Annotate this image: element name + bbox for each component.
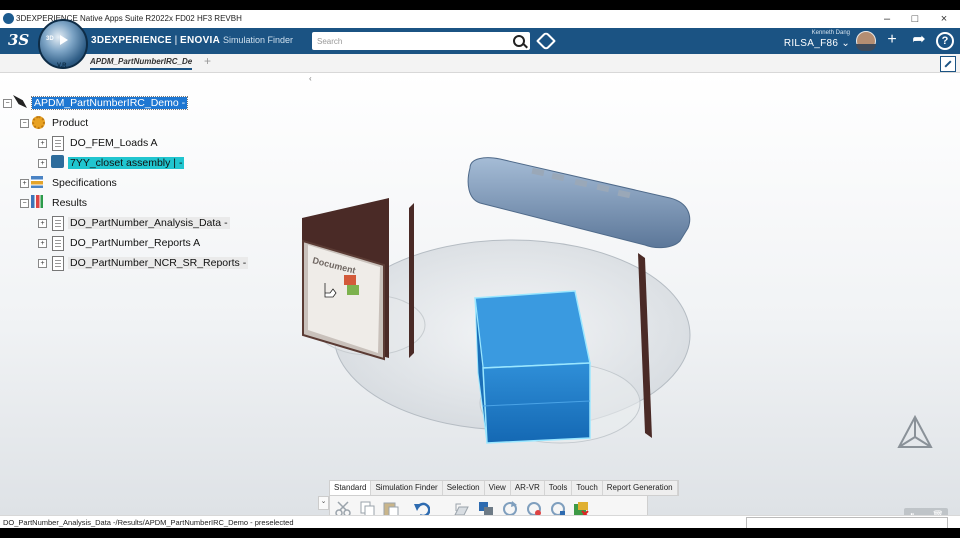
search-box xyxy=(312,32,530,50)
document-icon xyxy=(52,256,64,271)
user-menu[interactable]: Kenneth Dang RILSA_F86 ⌄ xyxy=(780,30,850,49)
tab-touch[interactable]: Touch xyxy=(572,481,603,495)
tab-apdm[interactable]: APDM_PartNumberIRC_De xyxy=(90,57,193,70)
tab-tools[interactable]: Tools xyxy=(545,481,573,495)
app-icon xyxy=(3,13,14,24)
tree-node-analysis-data[interactable]: DO_PartNumber_Analysis_Data - xyxy=(68,215,230,231)
maximize-button[interactable]: □ xyxy=(901,11,929,27)
chevron-down-icon: ⌄ xyxy=(841,38,850,49)
blue-cube xyxy=(474,290,591,444)
tree-toggle-specifications[interactable]: + xyxy=(20,179,29,188)
tab-bar: APDM_PartNumberIRC_De + xyxy=(0,54,960,73)
share-icon[interactable]: ➦ xyxy=(909,30,929,50)
expand-icon[interactable] xyxy=(940,56,956,72)
app-brand: 3DEXPERIENCE | ENOVIA Simulation Finder xyxy=(91,35,293,46)
tree-toggle-closet-assembly[interactable]: + xyxy=(38,159,47,168)
document-icon xyxy=(52,136,64,151)
close-button[interactable]: × xyxy=(930,11,958,27)
tree-node-label: Product xyxy=(52,117,89,129)
tree-node-fem-loads[interactable]: DO_FEM_Loads A xyxy=(68,135,160,151)
avatar[interactable] xyxy=(856,31,876,51)
specification-tree: ‹ − APDM_PartNumberIRC_Demo - − Product … xyxy=(0,73,320,273)
specifications-icon xyxy=(31,176,43,188)
compass-version: V.R xyxy=(57,63,67,69)
tree-node-ncr-reports[interactable]: DO_PartNumber_NCR_SR_Reports - xyxy=(68,255,249,271)
assembly-icon xyxy=(51,155,64,168)
document-chart-2 xyxy=(347,285,359,295)
application-window: 3DEXPERIENCE Native Apps Suite R2022x FD… xyxy=(0,10,960,528)
tab-report-generation[interactable]: Report Generation xyxy=(603,481,678,495)
root-icon xyxy=(13,95,27,108)
search-icon[interactable] xyxy=(513,35,525,47)
collapse-tree-icon[interactable]: ‹ xyxy=(309,74,312,83)
play-icon[interactable] xyxy=(60,35,68,45)
add-tab-icon[interactable]: + xyxy=(204,54,211,68)
minimize-button[interactable]: – xyxy=(873,11,901,27)
results-icon xyxy=(31,195,43,208)
status-text: DO_PartNumber_Analysis_Data -/Results/AP… xyxy=(3,518,294,527)
tree-node-label: Results xyxy=(52,197,88,209)
tree-node-reports[interactable]: DO_PartNumber_Reports A xyxy=(68,235,202,251)
search-input[interactable] xyxy=(317,34,507,48)
document-chart xyxy=(344,275,356,285)
brand-separator: | xyxy=(171,35,181,46)
brand-subtitle: Simulation Finder xyxy=(222,35,293,45)
compass-3d-label: 3D xyxy=(46,36,54,42)
tree-node-label: DO_FEM_Loads A xyxy=(70,137,158,149)
phone-model xyxy=(467,157,691,249)
status-bar: DO_PartNumber_Analysis_Data -/Results/AP… xyxy=(0,515,960,528)
axis-triad-icon[interactable] xyxy=(895,413,935,453)
brand-app: ENOVIA xyxy=(180,35,221,46)
tree-node-label: DO_PartNumber_Analysis_Data - xyxy=(68,217,230,229)
tree-node-specifications[interactable]: Specifications xyxy=(50,175,119,191)
tree-toggle-results[interactable]: − xyxy=(20,199,29,208)
tree-node-results[interactable]: Results xyxy=(50,195,89,211)
tree-toggle-fem-loads[interactable]: + xyxy=(38,139,47,148)
compass-widget[interactable]: 3D V.R xyxy=(38,19,88,69)
tree-node-label: Specifications xyxy=(52,177,117,189)
tree-toggle-root[interactable]: − xyxy=(3,99,12,108)
title-bar: 3DEXPERIENCE Native Apps Suite R2022x FD… xyxy=(0,10,960,28)
role-selector[interactable]: RILSA_F86 ⌄ xyxy=(780,38,850,49)
3ds-logo[interactable]: 3S xyxy=(8,31,29,49)
user-name: Kenneth Dang xyxy=(811,30,850,36)
tree-node-label: 7YY_closet assembly | - xyxy=(68,157,185,169)
tab-view[interactable]: View xyxy=(485,481,511,495)
tag-icon[interactable] xyxy=(536,31,556,51)
tree-node-closet-assembly[interactable]: 7YY_closet assembly | - xyxy=(68,155,185,171)
chevron-down-icon[interactable]: ⌄ xyxy=(318,496,329,510)
command-input[interactable] xyxy=(746,517,948,528)
tab-selection[interactable]: Selection xyxy=(443,481,485,495)
thin-panel xyxy=(409,203,414,358)
tab-simulation-finder[interactable]: Simulation Finder xyxy=(371,481,443,495)
tree-toggle-product[interactable]: − xyxy=(20,119,29,128)
tree-node-product[interactable]: Product xyxy=(50,115,90,131)
action-bar-tabs: Standard Simulation Finder Selection Vie… xyxy=(329,480,679,496)
tree-node-label: APDM_PartNumberIRC_Demo - xyxy=(30,96,189,110)
tab-standard[interactable]: Standard xyxy=(330,481,372,495)
top-bar: 3S 3DEXPERIENCE | ENOVIA Simulation Find… xyxy=(0,28,960,54)
3d-viewport[interactable]: Document ‹ − APDM_PartNumberIRC_Demo - −… xyxy=(0,73,960,515)
help-icon[interactable]: ? xyxy=(936,32,954,50)
tab-ar-vr[interactable]: AR-VR xyxy=(511,481,545,495)
brand-name: 3DEXPERIENCE xyxy=(91,35,172,46)
tree-toggle-ncr-reports[interactable]: + xyxy=(38,259,47,268)
role-label: RILSA_F86 xyxy=(783,38,839,49)
tree-node-root[interactable]: APDM_PartNumberIRC_Demo - xyxy=(30,95,189,111)
document-icon xyxy=(52,236,64,251)
tree-toggle-analysis-data[interactable]: + xyxy=(38,219,47,228)
gear-icon xyxy=(32,116,45,129)
tree-node-label: DO_PartNumber_Reports A xyxy=(70,237,201,249)
document-icon xyxy=(52,216,64,231)
tree-node-label: DO_PartNumber_NCR_SR_Reports - xyxy=(68,257,249,269)
tree-toggle-reports[interactable]: + xyxy=(38,239,47,248)
add-icon[interactable]: + xyxy=(882,30,902,50)
